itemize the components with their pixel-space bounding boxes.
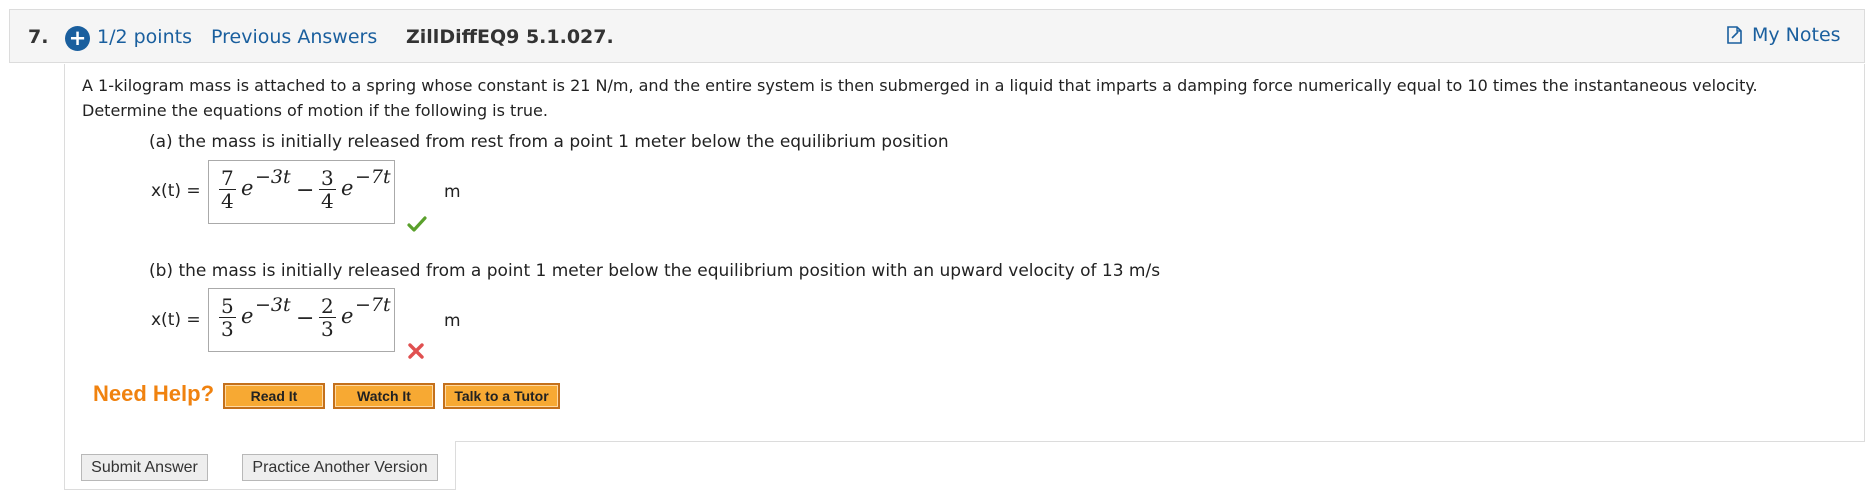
correct-check-icon [407, 216, 427, 232]
part-a-answer-field[interactable]: 7 4 e −3t − 3 4 e −7t [208, 160, 395, 224]
part-a-unit: m [444, 182, 461, 202]
problem-code: ZillDiffEQ9 5.1.027. [406, 26, 614, 48]
part-b-answer-field[interactable]: 5 3 e −3t − 2 3 e −7t [208, 288, 395, 352]
part-a-var-label: x(t) = [151, 181, 201, 201]
notes-icon [1727, 26, 1742, 44]
part-b-var-label: x(t) = [151, 310, 201, 330]
practice-another-version-button[interactable]: Practice Another Version [242, 454, 438, 481]
part-b-label: (b) the mass is initially released from … [149, 261, 1161, 281]
incorrect-x-icon [408, 343, 424, 359]
question-number: 7. [28, 26, 49, 48]
my-notes-link[interactable]: My Notes [1727, 24, 1841, 46]
part-b-coef1: 5 3 [219, 294, 236, 341]
submit-answer-button[interactable]: Submit Answer [81, 454, 208, 481]
problem-statement: A 1-kilogram mass is attached to a sprin… [82, 73, 1862, 123]
problem-text-line1: A 1-kilogram mass is attached to a sprin… [82, 76, 1758, 95]
part-b-coef2: 2 3 [319, 294, 336, 341]
watch-it-button[interactable]: Watch It [333, 383, 435, 409]
my-notes-label: My Notes [1752, 24, 1841, 46]
divider [455, 441, 1865, 442]
part-a-coef1: 7 4 [219, 166, 236, 213]
problem-text-line2: Determine the equations of motion if the… [82, 101, 548, 120]
need-help-label: Need Help? [93, 381, 215, 406]
part-b-unit: m [444, 311, 461, 331]
read-it-button[interactable]: Read It [223, 383, 325, 409]
points-link[interactable]: 1/2 points [97, 26, 192, 48]
part-a-label: (a) the mass is initially released from … [149, 132, 949, 152]
previous-answers-link[interactable]: Previous Answers [211, 26, 377, 48]
part-a-coef2: 3 4 [319, 166, 336, 213]
expand-points-icon[interactable]: + [65, 26, 90, 51]
talk-to-tutor-button[interactable]: Talk to a Tutor [443, 383, 560, 409]
